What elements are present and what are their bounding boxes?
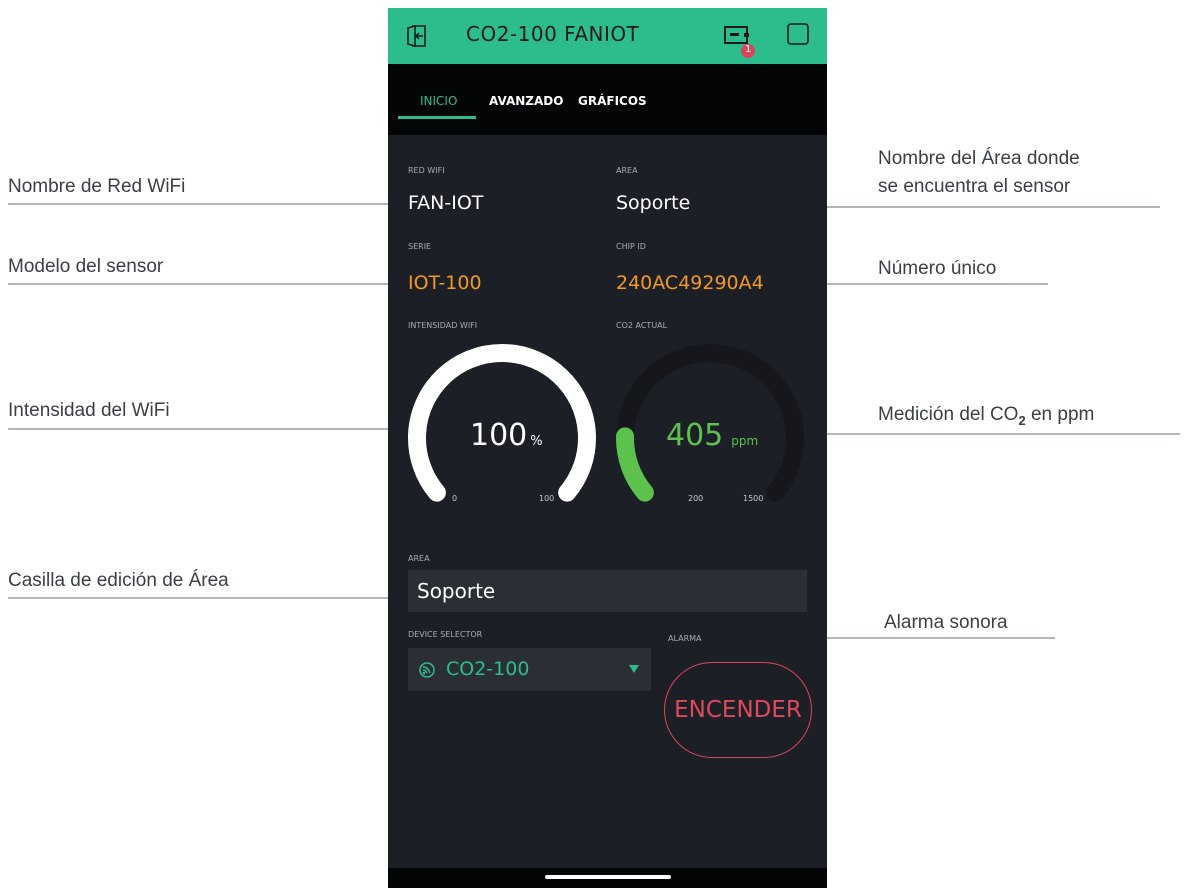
exit-icon[interactable] <box>406 24 428 48</box>
home-indicator[interactable] <box>545 875 671 879</box>
annotation-unique: Número único <box>878 258 997 279</box>
co2-gauge-max: 1500 <box>743 494 764 503</box>
serie-value: IOT-100 <box>408 272 482 294</box>
annotation-co2: Medición del CO2 en ppm <box>878 404 1095 428</box>
wifi-gauge-max: 100 <box>539 494 555 503</box>
tab-avanzado[interactable]: AVANZADO <box>489 94 563 108</box>
phone-screen: CO2-100 FANIOT 1 INICIO AVANZADO GRÁFICO… <box>388 8 827 888</box>
tab-bar: INICIO AVANZADO GRÁFICOS <box>388 64 827 135</box>
app-header: CO2-100 FANIOT 1 <box>388 8 827 64</box>
tab-graficos[interactable]: GRÁFICOS <box>578 94 647 108</box>
chip-label: CHIP ID <box>616 242 646 251</box>
bottom-bar <box>388 868 827 888</box>
annotation-area-edit: Casilla de edición de Área <box>8 570 229 591</box>
wifi-gauge-value: 100% <box>470 418 543 453</box>
annotation-area-name-1: Nombre del Área donde <box>878 148 1080 169</box>
alarm-label: ALARMA <box>668 634 702 643</box>
co2-gauge-fill <box>616 427 654 502</box>
chip-icon <box>419 662 435 678</box>
device-selector-value: CO2-100 <box>446 658 530 680</box>
area-edit-label: AREA <box>408 554 430 563</box>
active-tab-indicator <box>398 116 476 119</box>
annotation-model: Modelo del sensor <box>8 256 164 277</box>
wifi-gauge-label: INTENSIDAD WIFI <box>408 321 478 330</box>
alarm-button[interactable]: ENCENDER <box>664 662 812 758</box>
area-value: Soporte <box>616 192 691 214</box>
co2-gauge-min: 200 <box>688 494 704 503</box>
annotation-wifi-strength: Intensidad del WiFi <box>8 400 170 421</box>
area-edit-value: Soporte <box>417 579 496 603</box>
notification-badge: 1 <box>745 44 752 55</box>
serie-label: SERIE <box>408 242 432 251</box>
device-selector-label: DEVICE SELECTOR <box>408 630 483 639</box>
wifi-value: FAN-IOT <box>408 192 484 214</box>
annotation-wifi-name: Nombre de Red WiFi <box>8 176 186 197</box>
wifi-label: RED WIFI <box>408 166 445 175</box>
co2-gauge-label: CO2 ACTUAL <box>616 321 668 330</box>
area-edit-field[interactable]: Soporte <box>408 570 807 612</box>
chevron-down-icon <box>629 665 639 673</box>
co2-gauge-value: 405 ppm <box>666 418 759 453</box>
annotation-alarm: Alarma sonora <box>884 612 1008 633</box>
wifi-gauge-min: 0 <box>452 494 458 503</box>
chip-value: 240AC49290A4 <box>616 272 764 294</box>
device-icon[interactable] <box>724 24 764 60</box>
square-icon[interactable] <box>786 22 810 46</box>
annotation-area-name-2: se encuentra el sensor <box>878 176 1071 197</box>
device-selector[interactable]: CO2-100 <box>408 648 651 691</box>
tab-inicio[interactable]: INICIO <box>420 94 457 108</box>
area-label: AREA <box>616 166 638 175</box>
app-title: CO2-100 FANIOT <box>466 22 640 46</box>
